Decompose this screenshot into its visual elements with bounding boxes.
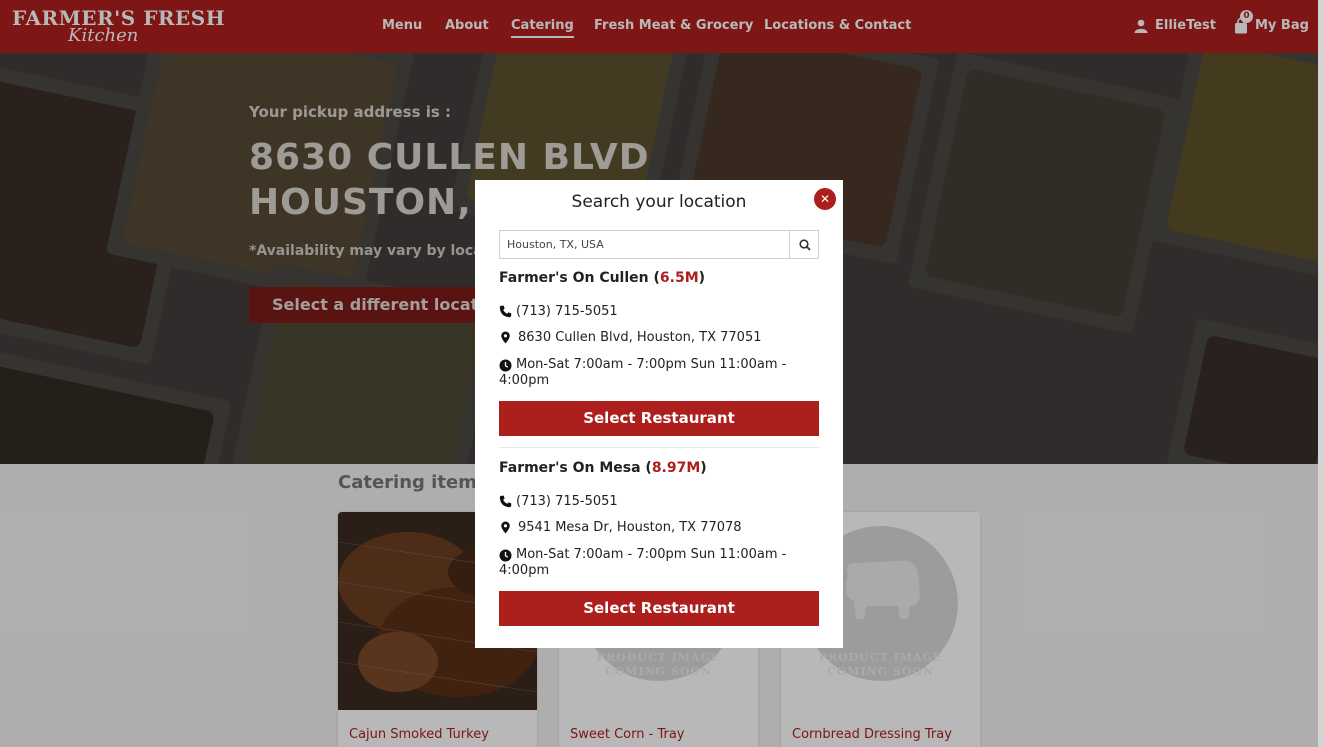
restaurant-hours: Mon-Sat 7:00am - 7:00pm Sun 11:00am - 4:… [499, 357, 809, 389]
search-button[interactable] [789, 231, 819, 258]
select-restaurant-button[interactable]: Select Restaurant [499, 591, 819, 626]
clock-icon [499, 549, 512, 562]
select-restaurant-button[interactable]: Select Restaurant [499, 401, 819, 436]
hours-text: Mon-Sat 7:00am - 7:00pm Sun 11:00am - 4:… [499, 357, 787, 388]
search-icon [799, 239, 811, 251]
location-search-modal: Search your location ✕ Farmer's On Culle… [475, 180, 843, 648]
restaurant-title: Farmer's On Mesa [499, 460, 641, 476]
phone-icon [499, 495, 512, 508]
hours-text: Mon-Sat 7:00am - 7:00pm Sun 11:00am - 4:… [499, 547, 787, 578]
restaurant-title: Farmer's On Cullen [499, 270, 649, 286]
divider [499, 447, 819, 448]
close-button[interactable]: ✕ [814, 188, 836, 210]
restaurant-distance: 8.97M [651, 460, 701, 476]
address-text: 9541 Mesa Dr, Houston, TX 77078 [518, 520, 742, 535]
restaurant-name: Farmer's On Cullen (6.5M) [499, 270, 706, 286]
close-icon: ✕ [819, 192, 831, 206]
clock-icon [499, 359, 512, 372]
modal-title: Search your location [571, 192, 747, 212]
map-pin-icon [501, 521, 510, 534]
restaurant-distance: 6.5M [659, 270, 699, 286]
page-scrollbar[interactable] [1318, 0, 1324, 747]
location-search-box [499, 230, 819, 259]
phone-number: (713) 715-5051 [516, 494, 618, 509]
location-search-input[interactable] [500, 231, 789, 258]
restaurant-hours: Mon-Sat 7:00am - 7:00pm Sun 11:00am - 4:… [499, 547, 809, 579]
restaurant-name: Farmer's On Mesa (8.97M) [499, 460, 707, 476]
address-text: 8630 Cullen Blvd, Houston, TX 77051 [518, 330, 762, 345]
map-pin-icon [501, 331, 510, 344]
phone-icon [499, 305, 512, 318]
phone-number: (713) 715-5051 [516, 304, 618, 319]
